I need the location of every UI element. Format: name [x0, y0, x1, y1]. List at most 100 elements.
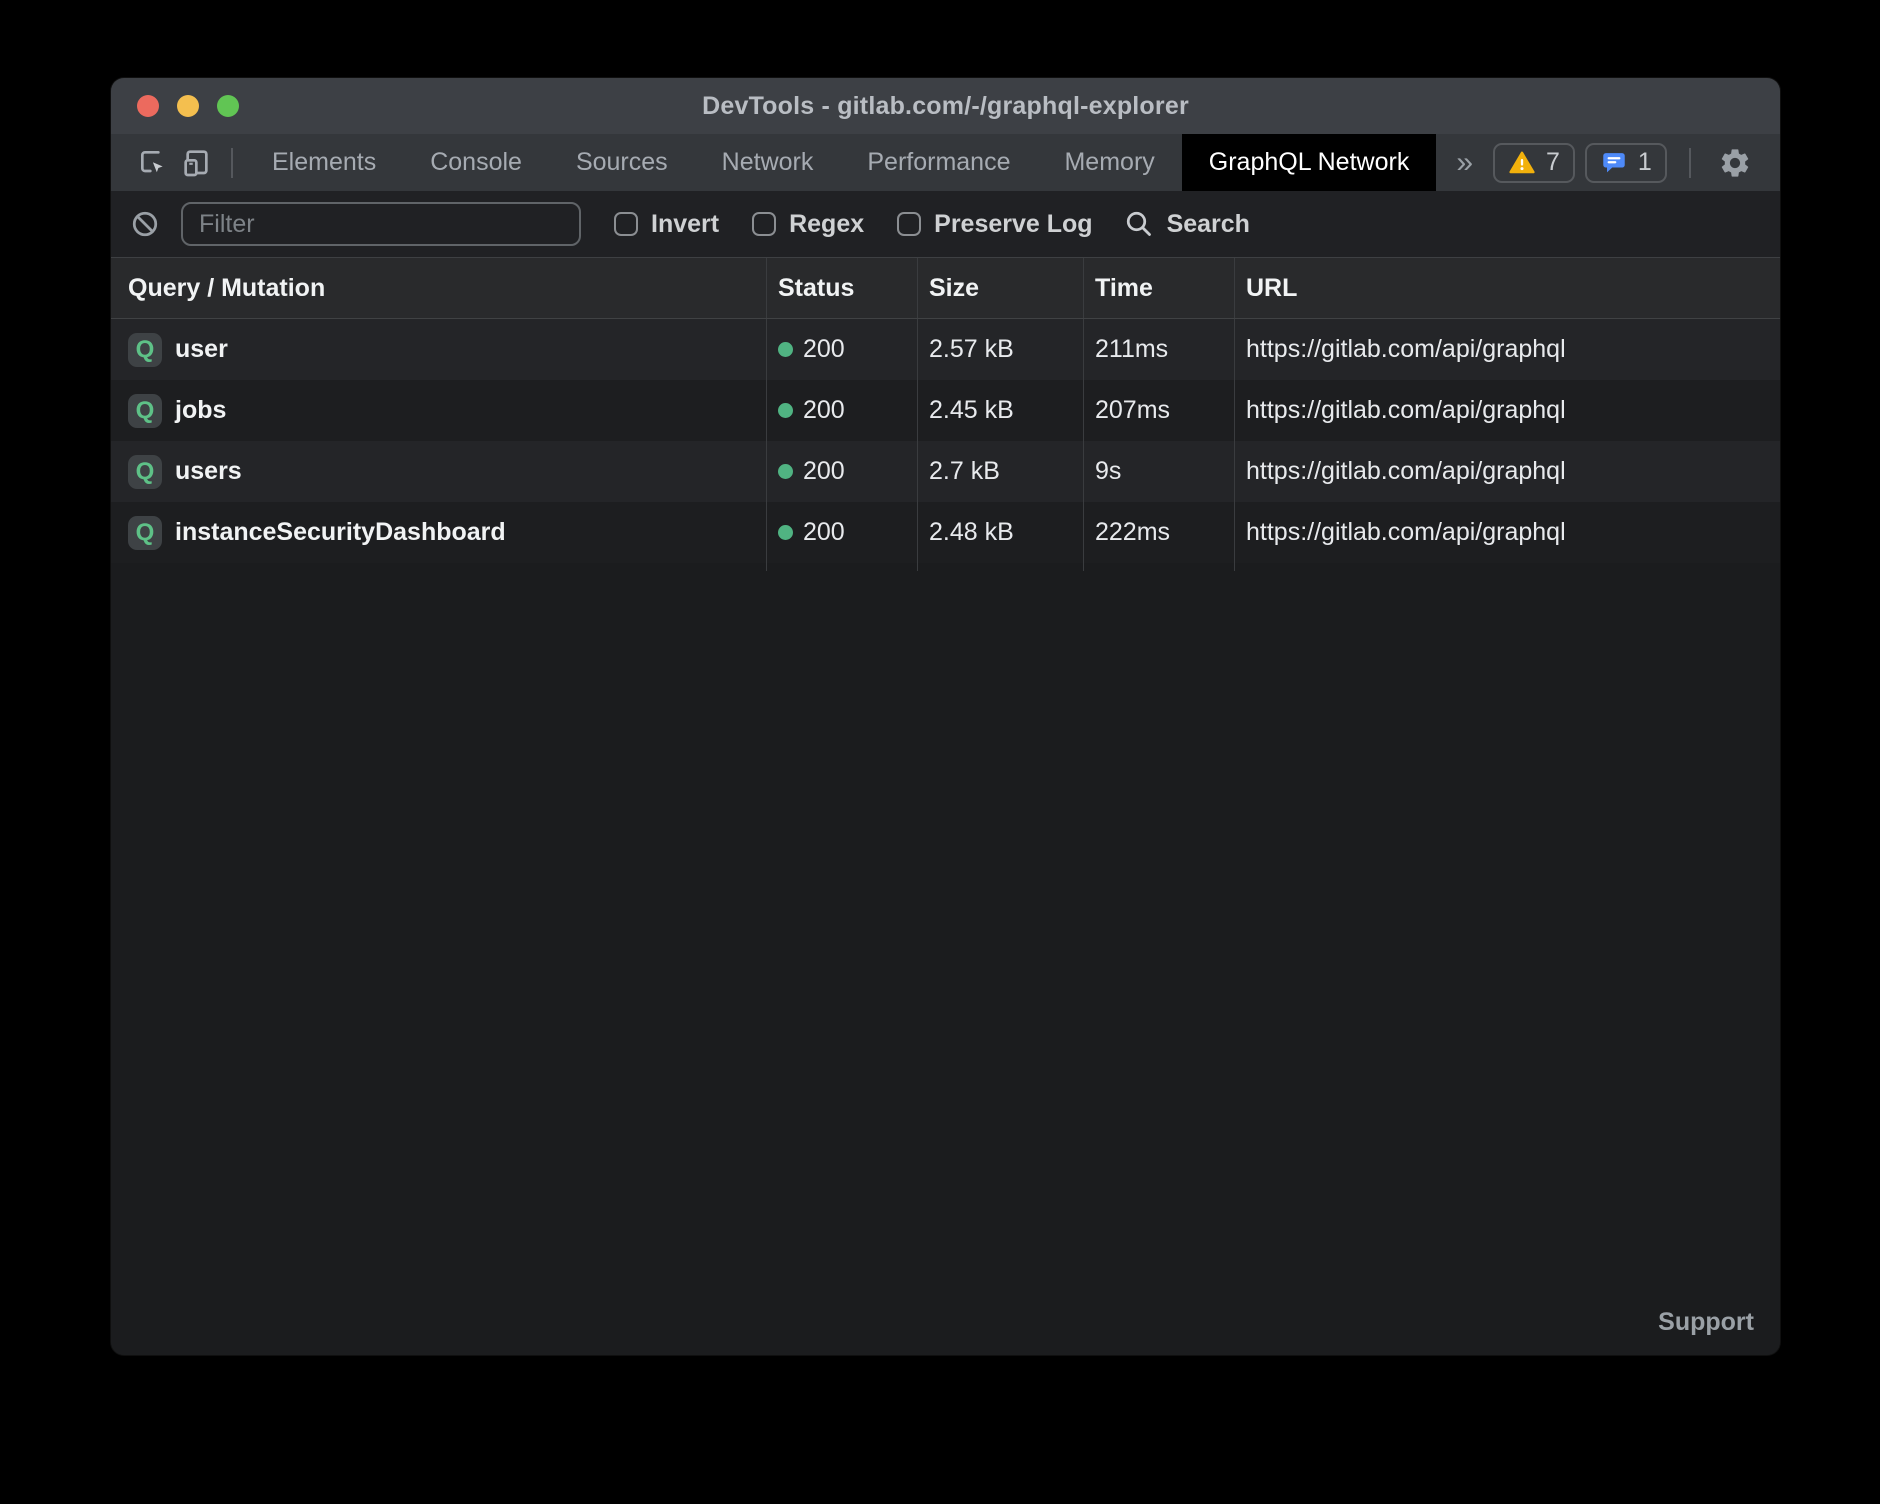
tab-console[interactable]: Console	[403, 134, 549, 191]
regex-checkbox[interactable]	[752, 212, 776, 236]
table-row[interactable]: Q users 200 2.7 kB 9s https://gitlab.com…	[111, 441, 1780, 502]
column-separator-stub	[111, 563, 766, 571]
url-cell: https://gitlab.com/api/graphql	[1234, 380, 1780, 441]
time-value: 9s	[1095, 457, 1121, 486]
panel-tabs: Elements Console Sources Network Perform…	[245, 134, 1493, 191]
column-separator-stub	[766, 563, 917, 571]
time-cell: 9s	[1083, 441, 1234, 502]
table-header: Query / Mutation Status Size Time URL	[111, 258, 1780, 319]
tab-memory[interactable]: Memory	[1037, 134, 1181, 191]
query-cell: Q jobs	[111, 380, 766, 441]
column-header-size[interactable]: Size	[917, 258, 1083, 318]
url-cell: https://gitlab.com/api/graphql	[1234, 441, 1780, 502]
preserve-log-checkbox[interactable]	[897, 212, 921, 236]
column-header-time[interactable]: Time	[1083, 258, 1234, 318]
size-value: 2.57 kB	[929, 335, 1014, 364]
tab-sources[interactable]: Sources	[549, 134, 695, 191]
url-cell: https://gitlab.com/api/graphql	[1234, 319, 1780, 380]
table-row[interactable]: Q instanceSecurityDashboard 200 2.48 kB …	[111, 502, 1780, 563]
query-type-badge: Q	[128, 394, 162, 428]
warning-count: 7	[1546, 148, 1560, 177]
more-tabs-button[interactable]: »	[1436, 134, 1493, 191]
table-row[interactable]: Q jobs 200 2.45 kB 207ms https://gitlab.…	[111, 380, 1780, 441]
inspect-cursor-icon[interactable]	[131, 141, 175, 185]
gear-icon[interactable]	[1713, 141, 1757, 185]
status-code: 200	[803, 396, 845, 425]
status-code: 200	[803, 335, 845, 364]
status-ok-dot-icon	[778, 464, 793, 479]
minimize-window-button[interactable]	[177, 95, 199, 117]
issues-button[interactable]: 1	[1585, 143, 1667, 183]
device-toolbar-icon[interactable]	[175, 141, 219, 185]
column-separator-stub	[1234, 563, 1780, 571]
devtools-tabbar: Elements Console Sources Network Perform…	[111, 134, 1780, 191]
size-value: 2.48 kB	[929, 518, 1014, 547]
maximize-window-button[interactable]	[217, 95, 239, 117]
tabbar-left-tools	[111, 134, 245, 191]
support-link[interactable]: Support	[1658, 1308, 1754, 1337]
tab-graphql-network[interactable]: GraphQL Network	[1182, 134, 1437, 191]
kebab-menu-icon[interactable]	[1767, 141, 1780, 185]
table-row[interactable]: Q user 200 2.57 kB 211ms https://gitlab.…	[111, 319, 1780, 380]
clear-icon[interactable]	[128, 207, 162, 241]
size-cell: 2.45 kB	[917, 380, 1083, 441]
tab-network[interactable]: Network	[695, 134, 841, 191]
network-toolbar: Invert Regex Preserve Log Search	[111, 191, 1780, 258]
speech-bubble-icon	[1600, 149, 1628, 177]
query-name: jobs	[175, 396, 226, 425]
regex-checkbox-label: Regex	[789, 210, 864, 239]
tabbar-separator	[231, 148, 233, 178]
magnifier-icon	[1124, 209, 1154, 239]
panel-empty-area: Support	[111, 571, 1780, 1355]
time-value: 222ms	[1095, 518, 1170, 547]
preserve-log-checkbox-group: Preserve Log	[897, 210, 1092, 239]
filter-input[interactable]	[181, 202, 581, 246]
column-header-status[interactable]: Status	[766, 258, 917, 318]
warnings-button[interactable]: 7	[1493, 143, 1575, 183]
url-value: https://gitlab.com/api/graphql	[1246, 335, 1566, 364]
status-cell: 200	[766, 380, 917, 441]
tabbar-right-tools: 7 1	[1493, 134, 1780, 191]
query-name: instanceSecurityDashboard	[175, 518, 506, 547]
tab-elements[interactable]: Elements	[245, 134, 403, 191]
warning-triangle-icon	[1508, 149, 1536, 177]
invert-checkbox-label: Invert	[651, 210, 719, 239]
invert-checkbox-group: Invert	[614, 210, 719, 239]
status-ok-dot-icon	[778, 525, 793, 540]
column-separator-stubs	[111, 563, 1780, 571]
column-header-url[interactable]: URL	[1234, 258, 1780, 318]
issues-count: 1	[1638, 148, 1652, 177]
status-cell: 200	[766, 502, 917, 563]
url-cell: https://gitlab.com/api/graphql	[1234, 502, 1780, 563]
size-value: 2.7 kB	[929, 457, 1000, 486]
size-cell: 2.57 kB	[917, 319, 1083, 380]
status-code: 200	[803, 518, 845, 547]
time-cell: 222ms	[1083, 502, 1234, 563]
query-cell: Q instanceSecurityDashboard	[111, 502, 766, 563]
devtools-window: DevTools - gitlab.com/-/graphql-explorer…	[111, 78, 1780, 1355]
time-value: 211ms	[1095, 335, 1168, 364]
close-window-button[interactable]	[137, 95, 159, 117]
time-value: 207ms	[1095, 396, 1170, 425]
query-name: users	[175, 457, 242, 486]
query-type-badge: Q	[128, 455, 162, 489]
time-cell: 211ms	[1083, 319, 1234, 380]
size-cell: 2.48 kB	[917, 502, 1083, 563]
size-value: 2.45 kB	[929, 396, 1014, 425]
search-label: Search	[1167, 210, 1250, 239]
query-type-badge: Q	[128, 333, 162, 367]
column-separator-stub	[917, 563, 1083, 571]
status-ok-dot-icon	[778, 342, 793, 357]
time-cell: 207ms	[1083, 380, 1234, 441]
status-cell: 200	[766, 441, 917, 502]
tab-performance[interactable]: Performance	[840, 134, 1037, 191]
column-separator-stub	[1083, 563, 1234, 571]
query-cell: Q users	[111, 441, 766, 502]
query-cell: Q user	[111, 319, 766, 380]
url-value: https://gitlab.com/api/graphql	[1246, 396, 1566, 425]
search-button[interactable]: Search	[1124, 209, 1250, 239]
column-header-query[interactable]: Query / Mutation	[111, 258, 766, 318]
tabbar-separator	[1689, 148, 1691, 178]
invert-checkbox[interactable]	[614, 212, 638, 236]
status-code: 200	[803, 457, 845, 486]
